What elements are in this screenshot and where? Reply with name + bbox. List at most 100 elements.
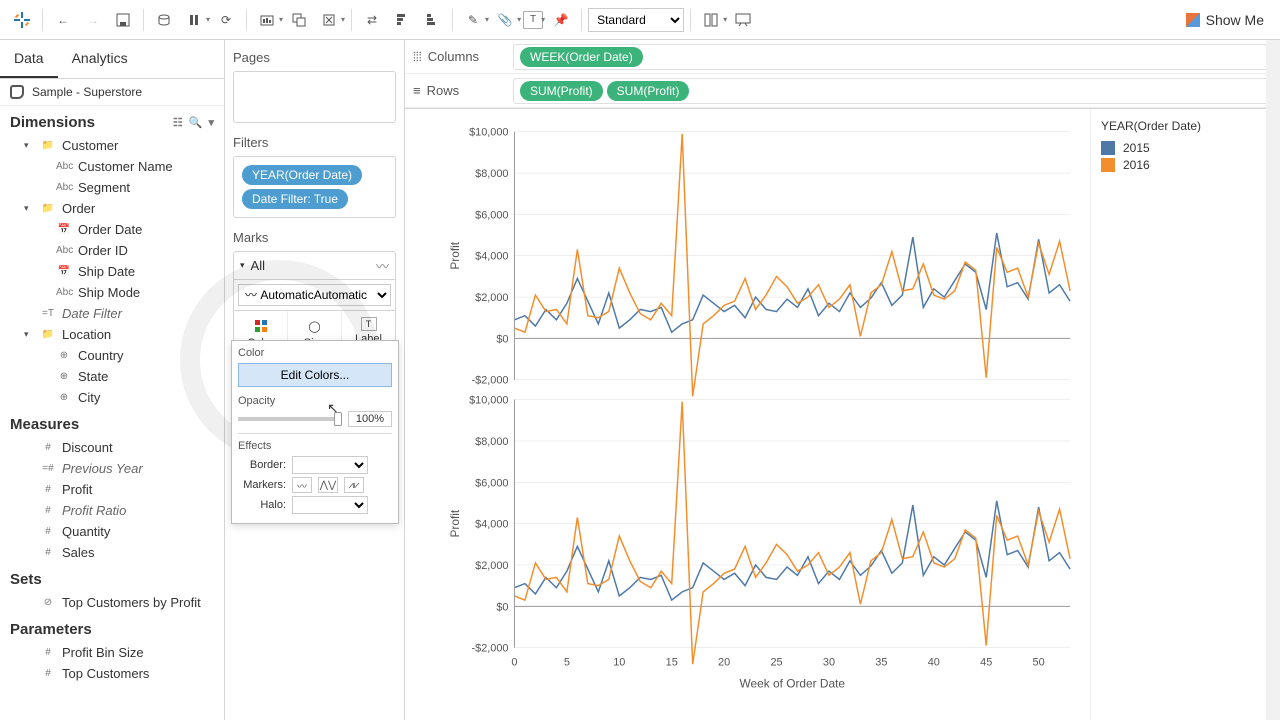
logo-icon[interactable] [8,6,36,34]
datasource-icon [10,85,24,99]
halo-select[interactable] [292,496,368,514]
svg-text:10: 10 [613,657,625,669]
cursor-icon: ↖ [327,400,339,417]
new-worksheet-dropdown[interactable]: ▾ [253,6,283,34]
svg-text:40: 40 [928,657,940,669]
opacity-slider[interactable] [238,417,342,421]
svg-text:$6,000: $6,000 [475,209,508,221]
columns-shelf[interactable]: WEEK(Order Date) [513,44,1272,70]
clear-dropdown[interactable]: ▾ [315,6,345,34]
group-dropdown[interactable]: 📎▾ [491,6,521,34]
field-segment[interactable]: AbcSegment [0,177,224,198]
field-state[interactable]: ⊕State [0,366,224,387]
svg-text:$0: $0 [496,601,508,613]
datasource-name: Sample - Superstore [32,85,142,99]
search-icon[interactable]: 🔍 [189,116,203,129]
highlight-dropdown[interactable]: ✎▾ [459,6,489,34]
marker-some[interactable]: ⋀⋁ [318,477,338,493]
row-pill[interactable]: SUM(Profit) [520,81,603,101]
field-order-date[interactable]: 📅Order Date [0,219,224,240]
svg-text:$8,000: $8,000 [475,168,508,180]
chart-area[interactable]: -$2,000$0$2,000$4,000$6,000$8,000$10,000… [405,109,1090,720]
field-quantity[interactable]: #Quantity [0,521,224,542]
svg-text:-$2,000: -$2,000 [472,643,509,655]
legend-item[interactable]: 2016 [1101,158,1270,172]
pin-icon[interactable]: 📌 [547,6,575,34]
shelf-column: Pages Filters YEAR(Order Date)Date Filte… [225,40,405,720]
field-profit-ratio[interactable]: #Profit Ratio [0,500,224,521]
border-select[interactable] [292,456,368,474]
rows-icon: ≡ [413,83,421,98]
svg-text:$4,000: $4,000 [475,519,508,531]
datasource-row[interactable]: Sample - Superstore [0,79,224,106]
filter-pill[interactable]: Date Filter: True [242,189,348,209]
rows-shelf[interactable]: SUM(Profit)SUM(Profit) [513,78,1272,104]
labels-dropdown[interactable]: T▾ [523,11,545,29]
field-previous-year[interactable]: =#Previous Year [0,458,224,479]
line-icon: 〰 [376,256,389,275]
svg-text:15: 15 [666,657,678,669]
filter-pill[interactable]: YEAR(Order Date) [242,165,362,185]
field-discount[interactable]: #Discount [0,437,224,458]
row-pill[interactable]: SUM(Profit) [607,81,690,101]
svg-text:5: 5 [564,657,570,669]
new-datasource-icon[interactable] [150,6,178,34]
field-ship-date[interactable]: 📅Ship Date [0,261,224,282]
chart-viz[interactable]: -$2,000$0$2,000$4,000$6,000$8,000$10,000… [445,119,1080,710]
pause-updates-dropdown[interactable]: ▾ [180,6,210,34]
field-profit-bin-size[interactable]: #Profit Bin Size [0,642,224,663]
field-customer-name[interactable]: AbcCustomer Name [0,156,224,177]
presentation-icon[interactable] [729,6,757,34]
field-order-id[interactable]: AbcOrder ID [0,240,224,261]
cards-dropdown[interactable]: ▾ [697,6,727,34]
menu-caret-icon[interactable]: ▾ [208,116,214,129]
field-location[interactable]: ▾📁Location [0,324,224,345]
field-profit[interactable]: #Profit [0,479,224,500]
field-sales[interactable]: #Sales [0,542,224,563]
swap-icon[interactable]: ⇄ [358,6,386,34]
duplicate-icon[interactable] [285,6,313,34]
rows-label: ≡Rows [413,83,513,98]
svg-text:$4,000: $4,000 [475,251,508,263]
marks-all-header[interactable]: ▾All 〰 [233,251,396,280]
refresh-icon[interactable]: ⟳ [212,6,240,34]
svg-text:35: 35 [875,657,887,669]
view-as-icon[interactable]: ☷ [173,116,183,129]
forward-icon[interactable]: → [79,6,107,34]
color-legend[interactable]: YEAR(Order Date) 20152016 [1090,109,1280,720]
opacity-value[interactable]: 100% [348,411,392,427]
back-icon[interactable]: ← [49,6,77,34]
show-me-button[interactable]: Show Me [1178,8,1272,32]
sort-asc-icon[interactable] [388,6,416,34]
field-order[interactable]: ▾📁Order [0,198,224,219]
fit-selector[interactable]: Standard [588,8,684,32]
field-customer[interactable]: ▾📁Customer [0,135,224,156]
column-pill[interactable]: WEEK(Order Date) [520,47,643,67]
field-ship-mode[interactable]: AbcShip Mode [0,282,224,303]
columns-label: ⦙⦙⦙Columns [413,49,513,65]
pages-shelf[interactable] [233,71,396,123]
marker-none[interactable]: 〰 [292,477,312,493]
edit-colors-button[interactable]: Edit Colors... [238,363,392,387]
tab-analytics[interactable]: Analytics [58,40,142,78]
sort-desc-icon[interactable] [418,6,446,34]
save-icon[interactable] [109,6,137,34]
field-country[interactable]: ⊕Country [0,345,224,366]
marker-all[interactable]: ⩘⩗ [344,477,364,493]
field-top-customers-by-profit[interactable]: ⊘Top Customers by Profit [0,592,224,613]
mark-type-select[interactable]: 〰 AutomaticAutomatic [238,284,391,306]
svg-text:45: 45 [980,657,992,669]
data-pane: Data Analytics Sample - Superstore Dimen… [0,40,225,720]
field-date-filter[interactable]: =TDate Filter [0,303,224,324]
color-popup: Color Edit Colors... Opacity 100% Effect… [231,340,399,524]
field-city[interactable]: ⊕City [0,387,224,408]
field-top-customers[interactable]: #Top Customers [0,663,224,684]
svg-text:Profit: Profit [448,509,462,537]
effects-label: Effects [238,440,392,452]
tab-data[interactable]: Data [0,40,58,78]
filters-shelf[interactable]: YEAR(Order Date) Date Filter: True [233,156,396,218]
scrollbar[interactable] [1266,40,1280,720]
svg-text:0: 0 [511,657,517,669]
canvas: ⦙⦙⦙Columns WEEK(Order Date) ≡Rows SUM(Pr… [405,40,1280,720]
legend-item[interactable]: 2015 [1101,141,1270,155]
